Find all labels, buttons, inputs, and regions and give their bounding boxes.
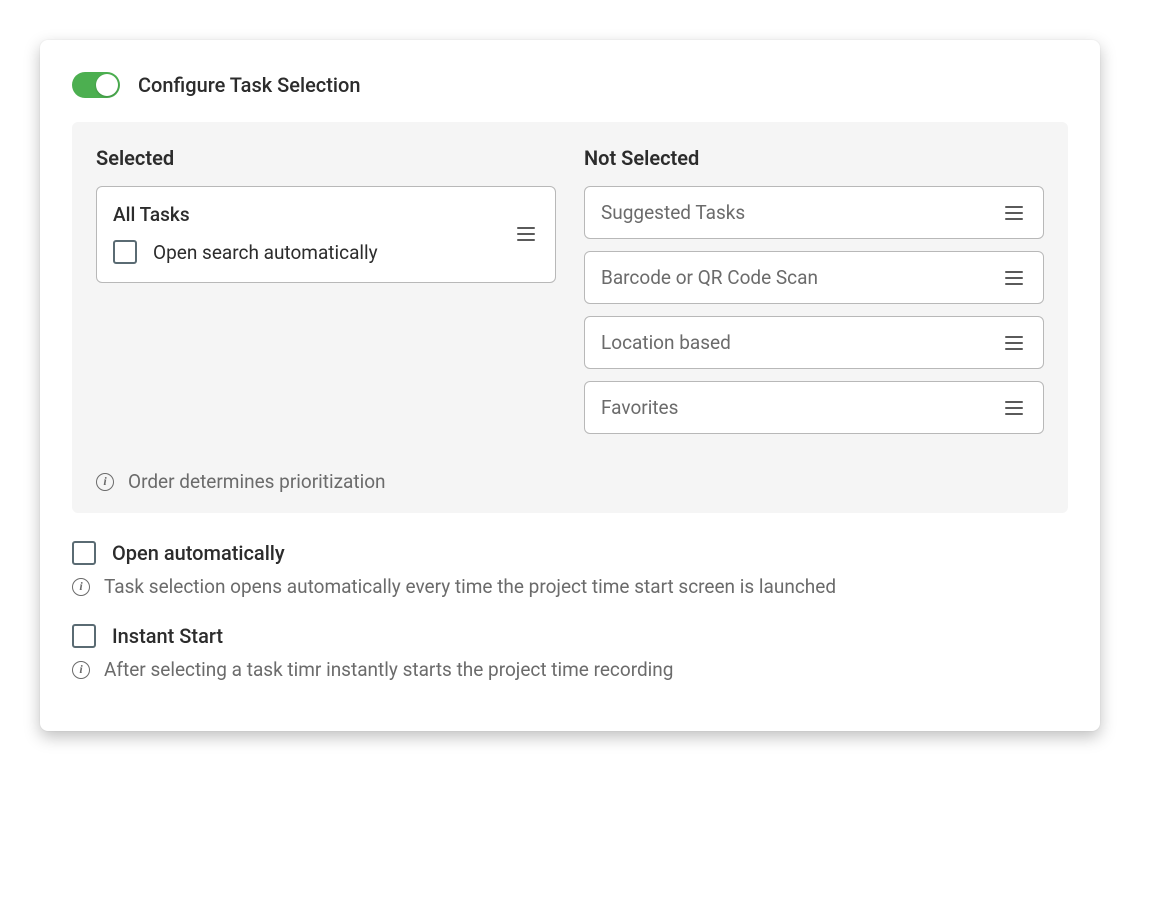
item-label: Suggested Tasks xyxy=(601,201,745,224)
settings-card: Configure Task Selection Selected All Ta… xyxy=(40,40,1100,731)
option-header: Open automatically xyxy=(72,541,1068,565)
open-search-auto-row: Open search automatically xyxy=(113,240,501,264)
not-selected-item-location-based[interactable]: Location based xyxy=(584,316,1044,369)
drag-handle-icon[interactable] xyxy=(1001,267,1027,289)
not-selected-item-suggested-tasks[interactable]: Suggested Tasks xyxy=(584,186,1044,239)
item-label: Location based xyxy=(601,331,731,354)
instant-start-hint: After selecting a task timr instantly st… xyxy=(104,658,673,681)
header-title: Configure Task Selection xyxy=(138,73,360,97)
open-search-auto-label: Open search automatically xyxy=(153,241,378,264)
selected-item-title: All Tasks xyxy=(113,203,501,226)
not-selected-header: Not Selected xyxy=(584,146,1044,170)
selected-item-all-tasks[interactable]: All Tasks Open search automatically xyxy=(96,186,556,283)
drag-handle-icon[interactable] xyxy=(1001,332,1027,354)
open-automatically-label: Open automatically xyxy=(112,541,285,565)
open-search-auto-checkbox[interactable] xyxy=(113,240,137,264)
selected-item-content: All Tasks Open search automatically xyxy=(113,203,501,264)
info-icon: i xyxy=(72,578,90,596)
not-selected-item-barcode-qr[interactable]: Barcode or QR Code Scan xyxy=(584,251,1044,304)
configure-toggle[interactable] xyxy=(72,72,120,98)
instant-start-checkbox[interactable] xyxy=(72,624,96,648)
header-row: Configure Task Selection xyxy=(72,72,1068,98)
task-selection-panel: Selected All Tasks Open search automatic… xyxy=(72,122,1068,513)
toggle-knob xyxy=(96,74,118,96)
not-selected-item-favorites[interactable]: Favorites xyxy=(584,381,1044,434)
option-instant-start: Instant Start i After selecting a task t… xyxy=(72,624,1068,681)
open-automatically-hint: Task selection opens automatically every… xyxy=(104,575,836,598)
not-selected-column: Not Selected Suggested Tasks Barcode or … xyxy=(584,146,1044,446)
item-label: Barcode or QR Code Scan xyxy=(601,266,818,289)
drag-handle-icon[interactable] xyxy=(1001,202,1027,224)
selected-header: Selected xyxy=(96,146,556,170)
info-icon: i xyxy=(96,473,114,491)
drag-handle-icon[interactable] xyxy=(513,223,539,245)
option-info-row: i After selecting a task timr instantly … xyxy=(72,658,1068,681)
open-automatically-checkbox[interactable] xyxy=(72,541,96,565)
option-header: Instant Start xyxy=(72,624,1068,648)
option-open-automatically: Open automatically i Task selection open… xyxy=(72,541,1068,598)
instant-start-label: Instant Start xyxy=(112,624,223,648)
drag-handle-icon[interactable] xyxy=(1001,397,1027,419)
option-info-row: i Task selection opens automatically eve… xyxy=(72,575,1068,598)
item-label: Favorites xyxy=(601,396,678,419)
info-icon: i xyxy=(72,661,90,679)
columns-container: Selected All Tasks Open search automatic… xyxy=(96,146,1044,446)
selected-column: Selected All Tasks Open search automatic… xyxy=(96,146,556,446)
panel-info-text: Order determines prioritization xyxy=(128,470,386,493)
panel-info-row: i Order determines prioritization xyxy=(96,470,1044,493)
